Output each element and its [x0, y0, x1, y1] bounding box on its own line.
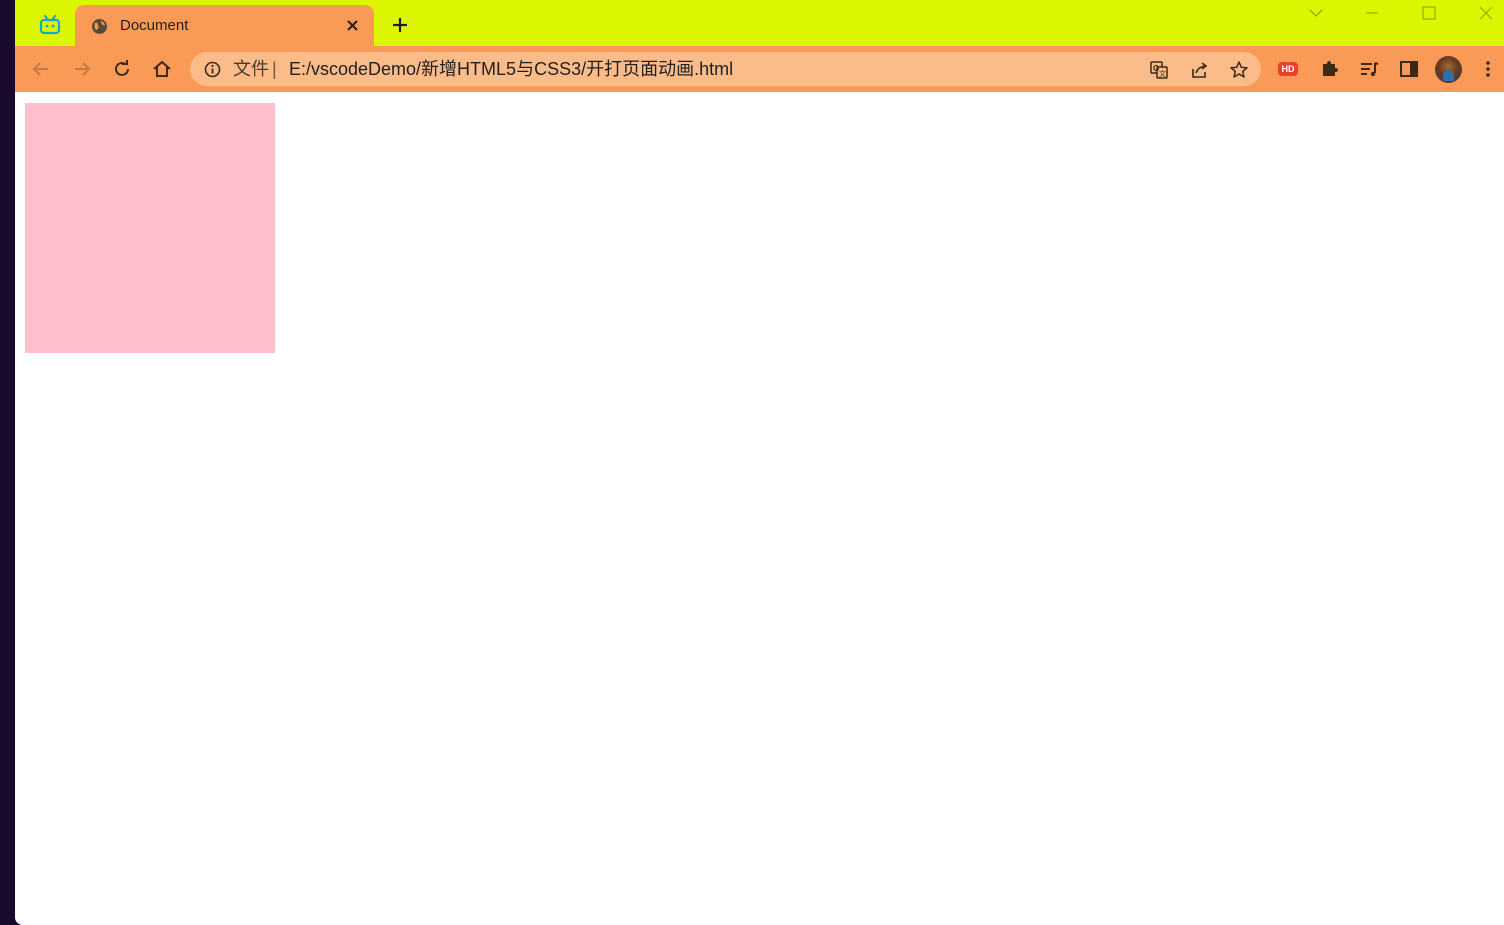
reload-icon[interactable] [111, 58, 133, 80]
close-window-icon[interactable] [1476, 4, 1496, 22]
back-icon[interactable] [30, 58, 52, 80]
address-bar[interactable]: 文件 | E:/vscodeDemo/新增HTML5与CSS3/开打页面动画.h… [190, 52, 1261, 86]
svg-text:文: 文 [1159, 69, 1166, 78]
tab-title: Document [120, 17, 189, 34]
tab-search-icon[interactable] [1306, 4, 1326, 22]
reading-list-icon[interactable] [1358, 58, 1380, 80]
bilibili-tv-icon[interactable] [39, 15, 61, 35]
url-text[interactable]: E:/vscodeDemo/新增HTML5与CSS3/开打页面动画.html [289, 59, 733, 79]
hd-extension-badge[interactable]: HD [1278, 62, 1298, 76]
bookmark-star-icon[interactable] [1229, 60, 1249, 80]
side-panel-icon[interactable] [1398, 58, 1420, 80]
maximize-icon[interactable] [1419, 4, 1439, 22]
browser-toolbar: 文件 | E:/vscodeDemo/新增HTML5与CSS3/开打页面动画.h… [15, 46, 1504, 92]
minimize-icon[interactable] [1362, 4, 1382, 22]
profile-avatar[interactable] [1435, 56, 1462, 83]
scheme-separator: | [272, 59, 277, 79]
site-info-icon[interactable] [204, 61, 221, 78]
animated-box [25, 103, 275, 353]
more-menu-icon[interactable] [1477, 58, 1499, 80]
globe-icon [91, 18, 108, 35]
scheme-label: 文件 [233, 59, 269, 79]
extensions-puzzle-icon[interactable] [1318, 58, 1340, 80]
forward-icon[interactable] [71, 58, 93, 80]
share-icon[interactable] [1189, 60, 1209, 80]
translate-icon[interactable]: G 文 [1149, 60, 1169, 80]
tab-active[interactable]: Document [75, 5, 374, 46]
page-viewport [15, 92, 1504, 925]
close-tab-icon[interactable] [345, 18, 360, 33]
new-tab-icon[interactable] [391, 16, 409, 34]
home-icon[interactable] [151, 58, 173, 80]
tab-strip: Document [15, 0, 1504, 46]
browser-window: Document 文件 | E:/vscodeDemo/新增HTML5与CSS3… [15, 0, 1504, 925]
